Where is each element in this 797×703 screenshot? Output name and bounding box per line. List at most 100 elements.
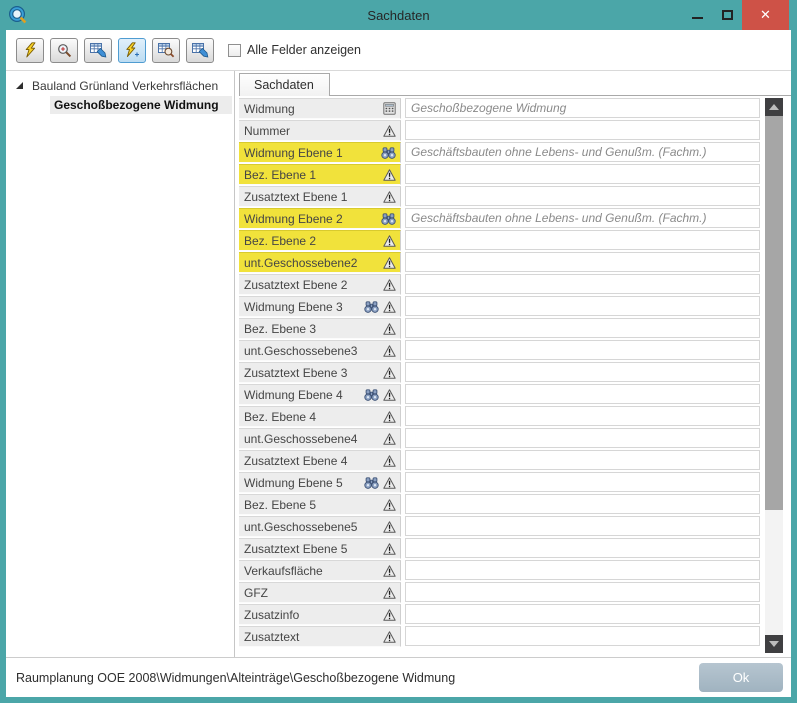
zoom-in-button[interactable] (50, 37, 78, 63)
form-row: unt.Geschossebene3 (239, 340, 763, 362)
field-label: Bez. Ebene 3 (244, 321, 317, 336)
form-row: Widmung Ebene 2 (239, 208, 763, 230)
field-input[interactable] (405, 450, 760, 470)
identify-flash-button[interactable] (16, 37, 44, 63)
field-value-cell (401, 494, 763, 514)
warning-icon (383, 190, 396, 203)
field-input[interactable] (405, 560, 760, 580)
maximize-button[interactable] (712, 0, 742, 30)
field-label-cell: Widmung Ebene 2 (239, 208, 401, 229)
field-label: Widmung Ebene 3 (244, 299, 343, 314)
table-edit-icon (191, 42, 209, 58)
form-row: Widmung Ebene 5 (239, 472, 763, 494)
form-row: unt.Geschossebene4 (239, 428, 763, 450)
field-input[interactable] (405, 538, 760, 558)
form-panel: Sachdaten Widmung Nummer Widmung Ebene 1 Be… (235, 71, 791, 657)
warning-icon (383, 432, 396, 445)
field-input[interactable] (405, 516, 760, 536)
field-icons (383, 124, 396, 137)
field-input[interactable] (405, 604, 760, 624)
form-row: Zusatztext Ebene 1 (239, 186, 763, 208)
field-input[interactable] (405, 472, 760, 492)
field-input[interactable] (405, 252, 760, 272)
field-input[interactable] (405, 362, 760, 382)
field-input[interactable] (405, 230, 760, 250)
maximize-icon (721, 10, 733, 20)
field-value-cell (401, 274, 763, 294)
field-input[interactable] (405, 296, 760, 316)
field-icons (383, 168, 396, 181)
field-input[interactable] (405, 142, 760, 162)
field-label: unt.Geschossebene5 (244, 519, 358, 534)
form-row: Widmung Ebene 4 (239, 384, 763, 406)
ok-button[interactable]: Ok (699, 663, 783, 692)
field-icons (383, 234, 396, 247)
field-input[interactable] (405, 274, 760, 294)
field-input[interactable] (405, 494, 760, 514)
field-input[interactable] (405, 164, 760, 184)
form-row: Zusatztext Ebene 5 (239, 538, 763, 560)
tree-expanded-icon[interactable] (16, 81, 23, 89)
field-icons (383, 454, 396, 467)
field-input[interactable] (405, 186, 760, 206)
alle-felder-checkbox[interactable] (228, 43, 241, 57)
field-label-cell: Widmung Ebene 1 (239, 142, 401, 163)
field-label: Zusatztext Ebene 3 (244, 365, 348, 380)
window-controls: ✕ (682, 0, 789, 30)
field-rows: Widmung Nummer Widmung Ebene 1 Bez. Ebene 1… (239, 98, 763, 657)
warning-icon (383, 300, 396, 313)
field-input[interactable] (405, 340, 760, 360)
minimize-button[interactable] (682, 0, 712, 30)
field-value-cell (401, 186, 763, 206)
field-label-cell: Bez. Ebene 1 (239, 164, 401, 185)
form-row: Bez. Ebene 5 (239, 494, 763, 516)
field-input[interactable] (405, 384, 760, 404)
binoculars-icon[interactable] (381, 212, 396, 225)
warning-icon (383, 498, 396, 511)
calculator-icon[interactable] (383, 102, 396, 115)
field-input[interactable] (405, 626, 760, 646)
field-value-cell (401, 142, 763, 162)
scrollbar-thumb[interactable] (765, 116, 783, 511)
field-label: Bez. Ebene 4 (244, 409, 317, 424)
field-label-cell: Zusatztext (239, 626, 401, 647)
field-input[interactable] (405, 428, 760, 448)
alle-felder-label: Alle Felder anzeigen (247, 43, 361, 57)
field-label-cell: Widmung (239, 98, 401, 119)
alle-felder-option: Alle Felder anzeigen (228, 43, 361, 57)
scrollbar-track[interactable] (765, 116, 783, 635)
field-label: Widmung Ebene 2 (244, 211, 343, 226)
binoculars-icon[interactable] (381, 146, 396, 159)
field-input[interactable] (405, 120, 760, 140)
scrollbar[interactable] (765, 98, 783, 653)
field-label: Bez. Ebene 1 (244, 167, 317, 182)
field-label: Zusatztext (244, 629, 300, 644)
tree-item-selected[interactable]: Geschoßbezogene Widmung (50, 96, 232, 114)
warning-icon (383, 388, 396, 401)
field-value-cell (401, 604, 763, 624)
magnifier-plus-icon (57, 43, 72, 58)
field-label: unt.Geschossebene2 (244, 255, 358, 270)
binoculars-icon[interactable] (364, 388, 379, 401)
field-input[interactable] (405, 406, 760, 426)
scroll-up-button[interactable] (765, 98, 783, 116)
field-value-cell (401, 208, 763, 228)
scroll-down-button[interactable] (765, 635, 783, 653)
toolbar: Alle Felder anzeigen (6, 30, 791, 71)
field-input[interactable] (405, 318, 760, 338)
field-input[interactable] (405, 208, 760, 228)
field-input[interactable] (405, 98, 760, 118)
field-label: Widmung Ebene 4 (244, 387, 343, 402)
field-input[interactable] (405, 582, 760, 602)
close-button[interactable]: ✕ (742, 0, 789, 30)
flash-auto-button[interactable] (118, 37, 146, 63)
binoculars-icon[interactable] (364, 300, 379, 313)
field-icons (383, 344, 396, 357)
tree-item-root[interactable]: Bauland Grünland Verkehrsflächen (6, 77, 234, 95)
warning-icon (383, 630, 396, 643)
search-table-button[interactable] (152, 37, 180, 63)
edit-table-button[interactable] (84, 37, 112, 63)
tab-sachdaten[interactable]: Sachdaten (239, 73, 330, 96)
binoculars-icon[interactable] (364, 476, 379, 489)
edit-table-2-button[interactable] (186, 37, 214, 63)
